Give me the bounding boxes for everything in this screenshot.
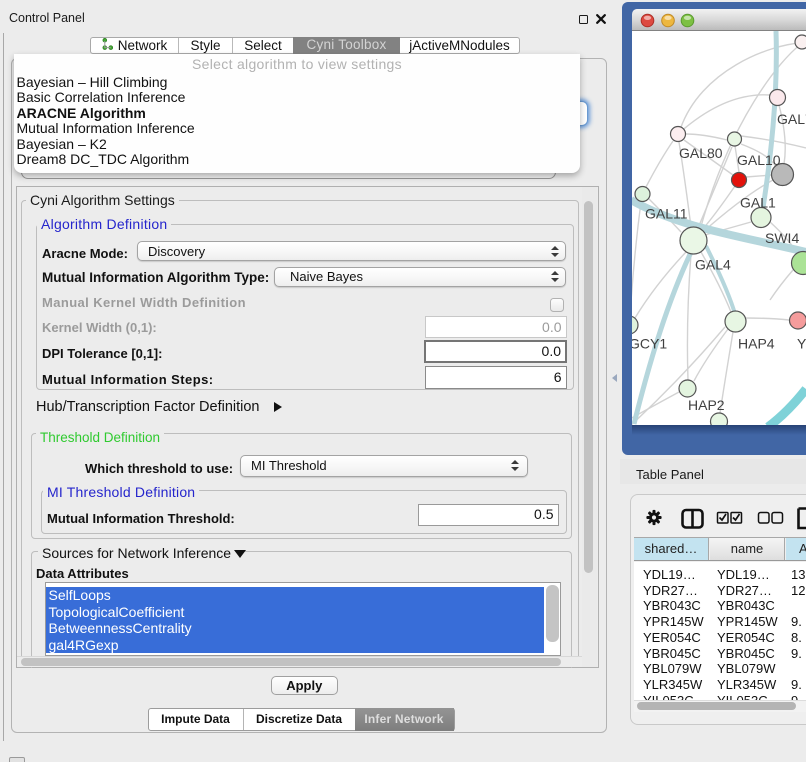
- svg-text:YE: YE: [797, 336, 806, 352]
- svg-text:SWI4: SWI4: [765, 230, 799, 246]
- svg-text:HAP4: HAP4: [738, 336, 775, 352]
- svg-text:GAL7: GAL7: [777, 111, 806, 127]
- svg-text:GAL1: GAL1: [740, 195, 776, 211]
- svg-text:GAL4: GAL4: [695, 257, 731, 273]
- svg-text:GCY1: GCY1: [632, 336, 667, 352]
- svg-text:GAL80: GAL80: [679, 145, 723, 161]
- svg-text:GAL10: GAL10: [737, 152, 781, 168]
- svg-text:GAL11: GAL11: [645, 206, 688, 222]
- svg-text:HAP2: HAP2: [688, 397, 725, 413]
